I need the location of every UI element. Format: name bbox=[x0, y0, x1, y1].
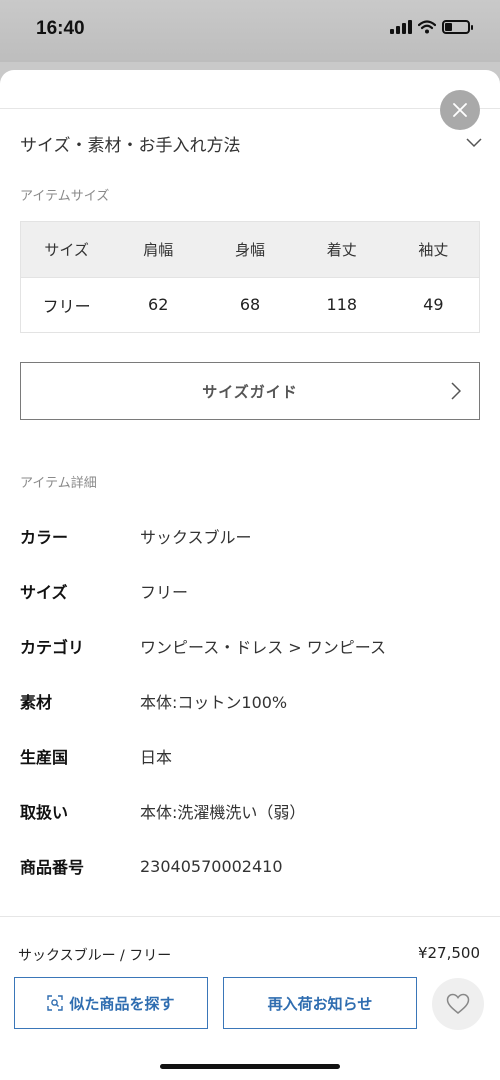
size-guide-label: サイズガイド bbox=[202, 382, 298, 401]
size-table-header-cell: 身幅 bbox=[204, 221, 296, 278]
product-detail-sheet: サイズ・素材・お手入れ方法 アイテムサイズ サイズ 肩幅 身幅 着丈 袖丈 フリ… bbox=[0, 70, 500, 1080]
detail-value: 本体:洗濯機洗い（弱） bbox=[140, 803, 306, 822]
detail-key: サイズ bbox=[20, 583, 68, 602]
status-bar: 16:40 bbox=[0, 0, 500, 62]
detail-value: ワンピース・ドレス > ワンピース bbox=[140, 638, 386, 657]
detail-key: カテゴリ bbox=[20, 638, 85, 657]
wifi-icon bbox=[418, 20, 436, 34]
restock-notify-button[interactable]: 再入荷お知らせ bbox=[223, 977, 417, 1029]
detail-value: 日本 bbox=[140, 748, 173, 767]
bottom-divider bbox=[0, 916, 500, 917]
home-indicator bbox=[160, 1064, 340, 1069]
detail-key: 商品番号 bbox=[20, 858, 85, 877]
detail-key: カラー bbox=[20, 528, 69, 547]
selected-variant: サックスブルー / フリー bbox=[18, 948, 172, 964]
detail-row-product-number: 商品番号 23040570002410 bbox=[20, 851, 480, 881]
detail-value: 23040570002410 bbox=[140, 856, 283, 876]
status-icons bbox=[390, 20, 473, 34]
size-table-header: サイズ 肩幅 身幅 着丈 袖丈 bbox=[20, 221, 480, 278]
size-table-cell: 49 bbox=[423, 295, 444, 315]
section-header-toggle[interactable]: サイズ・素材・お手入れ方法 bbox=[20, 128, 482, 158]
item-size-label: アイテムサイズ bbox=[20, 189, 110, 204]
chevron-right-icon bbox=[451, 382, 461, 400]
find-similar-button[interactable]: 似た商品を探す bbox=[14, 977, 208, 1029]
top-divider bbox=[0, 108, 500, 109]
detail-row-color: カラー サックスブルー bbox=[20, 521, 480, 551]
status-time: 16:40 bbox=[36, 18, 85, 39]
size-table-cell: 118 bbox=[326, 295, 358, 315]
size-table-cell: 68 bbox=[239, 295, 261, 315]
size-table-cell: フリー bbox=[42, 296, 91, 316]
size-guide-button[interactable]: サイズガイド bbox=[20, 362, 480, 420]
close-icon bbox=[453, 103, 467, 117]
find-similar-label: 似た商品を探す bbox=[69, 994, 175, 1013]
detail-key: 素材 bbox=[20, 693, 53, 712]
detail-row-size: サイズ フリー bbox=[20, 576, 480, 606]
detail-key: 取扱い bbox=[20, 803, 69, 822]
size-table-header-cell: サイズ bbox=[20, 221, 113, 278]
detail-value: 本体:コットン100% bbox=[140, 693, 288, 712]
battery-icon bbox=[442, 20, 473, 34]
detail-row-material: 素材 本体:コットン100% bbox=[20, 686, 480, 716]
size-table-header-cell: 着丈 bbox=[295, 221, 388, 278]
chevron-down-icon bbox=[466, 138, 482, 148]
detail-row-country: 生産国 日本 bbox=[20, 741, 480, 771]
signal-icon bbox=[390, 20, 412, 34]
price: ¥27,500 bbox=[417, 944, 480, 962]
heart-icon bbox=[446, 993, 470, 1014]
size-table-header-cell: 袖丈 bbox=[387, 221, 480, 278]
size-table: サイズ 肩幅 身幅 着丈 袖丈 フリー 62 68 118 49 bbox=[20, 221, 480, 333]
favorite-button[interactable] bbox=[432, 978, 484, 1030]
detail-row-category: カテゴリ ワンピース・ドレス > ワンピース bbox=[20, 631, 480, 661]
close-button[interactable] bbox=[440, 90, 480, 130]
detail-value: サックスブルー bbox=[140, 528, 252, 547]
size-table-cell: 62 bbox=[148, 295, 169, 315]
detail-row-care: 取扱い 本体:洗濯機洗い（弱） bbox=[20, 796, 480, 826]
section-title: サイズ・素材・お手入れ方法 bbox=[20, 135, 241, 156]
image-search-icon bbox=[47, 995, 64, 1011]
restock-notify-label: 再入荷お知らせ bbox=[267, 994, 373, 1013]
detail-key: 生産国 bbox=[20, 748, 69, 767]
table-row: フリー 62 68 118 49 bbox=[21, 277, 480, 333]
detail-value: フリー bbox=[140, 583, 189, 602]
item-details-label: アイテム詳細 bbox=[20, 476, 97, 491]
size-table-header-cell: 肩幅 bbox=[112, 221, 205, 278]
